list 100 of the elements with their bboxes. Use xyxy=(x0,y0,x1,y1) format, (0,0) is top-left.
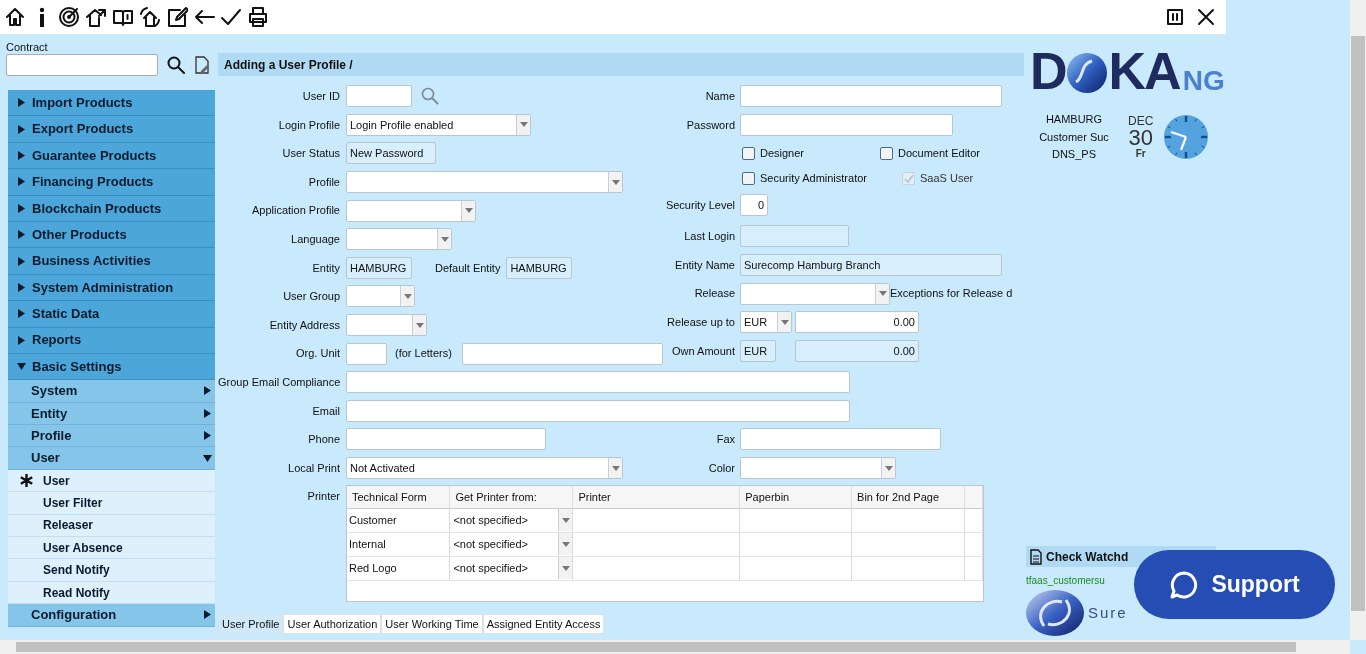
table-cell: Customer xyxy=(347,508,450,533)
collapse-arrow-icon[interactable] xyxy=(17,362,26,372)
house-arrow-icon[interactable] xyxy=(85,6,107,28)
caret-icon[interactable] xyxy=(779,318,790,326)
menu-item[interactable]: Financing Products xyxy=(8,169,215,196)
menu-item[interactable]: Blockchain Products xyxy=(8,195,215,222)
dropdown[interactable]: <not specified> xyxy=(450,508,573,532)
readonly-field: Surecomp Hamburg Branch xyxy=(740,254,1002,276)
expand-arrow-icon[interactable] xyxy=(17,309,26,319)
checkbox[interactable] xyxy=(880,146,893,160)
input-field[interactable]: 0 xyxy=(740,194,768,217)
submenu-item[interactable]: Profile xyxy=(8,425,215,448)
caret-icon[interactable] xyxy=(883,464,894,472)
expand-arrow-icon[interactable] xyxy=(17,203,26,213)
caret-icon[interactable] xyxy=(518,121,529,129)
menu-item[interactable]: Export Products xyxy=(8,116,215,143)
home-icon[interactable] xyxy=(4,6,26,28)
expand-arrow-icon[interactable] xyxy=(203,431,212,441)
scrollbar[interactable] xyxy=(1350,0,1366,640)
logo-text: KA xyxy=(1108,45,1180,97)
input-field[interactable]: 0.00 xyxy=(795,311,919,334)
checkbox[interactable] xyxy=(742,171,755,185)
menu-item[interactable]: Import Products xyxy=(8,90,215,117)
tab[interactable]: User Working Time xyxy=(381,614,483,635)
checkbox[interactable] xyxy=(742,146,755,160)
menu-item[interactable]: Other Products xyxy=(8,221,215,249)
print-icon[interactable] xyxy=(247,6,269,28)
submenu-item[interactable]: Releaser xyxy=(8,514,215,538)
input-field[interactable] xyxy=(346,399,850,422)
expand-arrow-icon[interactable] xyxy=(203,610,212,620)
expand-arrow-icon[interactable] xyxy=(17,124,26,134)
input-field[interactable] xyxy=(346,342,387,365)
expand-arrow-icon[interactable] xyxy=(17,177,26,187)
dropdown[interactable]: <not specified> xyxy=(450,556,573,580)
input-field[interactable] xyxy=(740,428,941,451)
readonly-field: EUR xyxy=(740,339,776,362)
search-icon[interactable] xyxy=(167,56,185,74)
input-field[interactable] xyxy=(346,428,546,451)
submenu-item[interactable]: Configuration xyxy=(8,604,215,627)
caret-icon[interactable] xyxy=(560,564,571,572)
expand-arrow-icon[interactable] xyxy=(17,256,26,266)
dropdown[interactable]: Not Activated xyxy=(346,457,623,479)
expand-arrow-icon[interactable] xyxy=(17,230,26,240)
submenu-item[interactable]: User xyxy=(8,469,215,493)
input-field[interactable] xyxy=(740,85,1002,108)
logo-text: D xyxy=(1030,45,1066,97)
menu-item[interactable]: Business Activities xyxy=(8,248,215,275)
input-field[interactable] xyxy=(346,371,850,394)
input-field[interactable] xyxy=(346,85,412,108)
tab[interactable]: User Profile xyxy=(218,614,284,635)
expand-arrow-icon[interactable] xyxy=(17,150,26,160)
asterisk-icon xyxy=(20,474,33,488)
caret-icon[interactable] xyxy=(610,178,621,186)
expand-arrow-icon[interactable] xyxy=(17,98,26,108)
expand-arrow-icon[interactable] xyxy=(17,282,26,292)
menu-item[interactable]: System Administration xyxy=(8,274,215,302)
house-refresh-icon[interactable] xyxy=(139,6,161,28)
dropdown[interactable]: Login Profile enabled xyxy=(346,113,531,136)
field-label: User ID xyxy=(302,90,340,103)
submenu-item[interactable]: User Filter xyxy=(8,492,215,515)
page-title: Adding a User Profile / xyxy=(218,53,1024,76)
pause-icon[interactable] xyxy=(1166,8,1184,26)
dropdown[interactable]: EUR xyxy=(740,311,792,334)
input-field[interactable] xyxy=(461,342,663,365)
expand-arrow-icon[interactable] xyxy=(203,408,212,418)
caret-icon[interactable] xyxy=(439,235,450,243)
expand-arrow-icon[interactable] xyxy=(203,386,212,396)
submenu-item[interactable]: Read Notify xyxy=(8,581,215,605)
caret-icon[interactable] xyxy=(610,464,621,472)
menu-item[interactable]: Static Data xyxy=(8,301,215,328)
menu-item[interactable]: Guarantee Products xyxy=(8,142,215,170)
submenu-item[interactable]: User xyxy=(8,447,215,470)
check-icon[interactable] xyxy=(220,6,242,28)
caret-icon[interactable] xyxy=(877,290,888,298)
caret-icon[interactable] xyxy=(560,516,571,524)
input-field[interactable] xyxy=(740,113,953,136)
close-icon[interactable] xyxy=(1197,8,1215,26)
tab[interactable]: Assigned Entity Access xyxy=(482,614,605,635)
field-label: Color xyxy=(708,461,735,474)
edit-icon[interactable] xyxy=(166,6,188,28)
submenu-item[interactable]: Entity xyxy=(8,402,215,426)
submenu-item[interactable]: System xyxy=(8,380,215,403)
caret-icon[interactable] xyxy=(402,292,413,300)
submenu-item[interactable]: User Absence xyxy=(8,537,215,560)
dropdown[interactable]: <not specified> xyxy=(450,532,573,556)
document-icon[interactable] xyxy=(194,56,210,74)
menu-item[interactable]: Reports xyxy=(8,327,215,354)
collapse-arrow-icon[interactable] xyxy=(203,453,212,463)
field-label: Entity xyxy=(312,261,340,274)
caret-icon[interactable] xyxy=(414,321,425,329)
caret-icon[interactable] xyxy=(463,207,474,215)
tab[interactable]: User Authorization xyxy=(283,614,382,635)
support-button[interactable]: Support xyxy=(1134,550,1335,619)
expand-arrow-icon[interactable] xyxy=(17,335,26,345)
menu-item[interactable]: Basic Settings xyxy=(8,353,215,381)
target-icon[interactable] xyxy=(58,6,80,28)
contract-field[interactable] xyxy=(6,54,158,76)
scrollbar[interactable] xyxy=(0,640,1350,654)
caret-icon[interactable] xyxy=(560,540,571,548)
submenu-item[interactable]: Send Notify xyxy=(8,559,215,582)
